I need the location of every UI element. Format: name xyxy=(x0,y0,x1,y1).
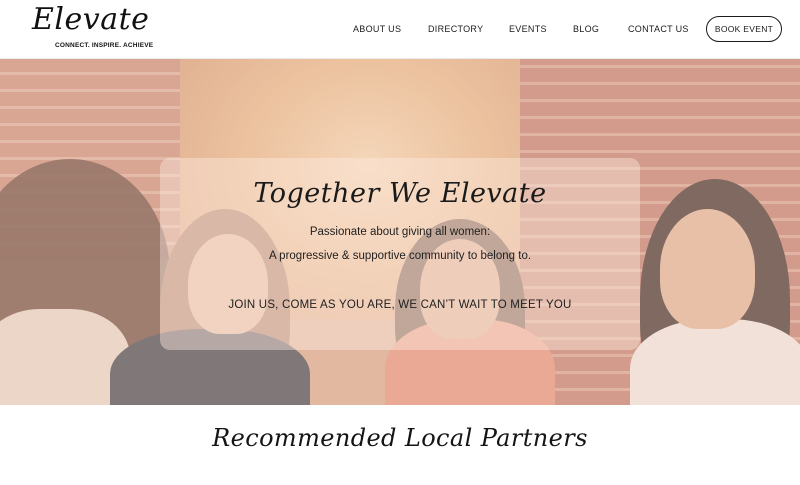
hero-text-card: Together We Elevate Passionate about giv… xyxy=(160,158,640,350)
nav-directory[interactable]: DIRECTORY xyxy=(428,24,483,34)
hero-title: Together We Elevate xyxy=(253,178,547,209)
partners-heading: Recommended Local Partners xyxy=(212,424,588,452)
hero-call-to-action: JOIN US, COME AS YOU ARE, WE CAN’T WAIT … xyxy=(228,299,572,311)
main-nav: ABOUT US DIRECTORY EVENTS BLOG CONTACT U… xyxy=(0,0,800,58)
nav-events[interactable]: EVENTS xyxy=(509,24,547,34)
book-event-button[interactable]: BOOK EVENT xyxy=(706,16,782,42)
hero-section: Together We Elevate Passionate about giv… xyxy=(0,59,800,405)
nav-contact-us[interactable]: CONTACT US xyxy=(628,24,689,34)
page: Elevate CONNECT. INSPIRE. ACHIEVE ABOUT … xyxy=(0,0,800,485)
nav-about-us[interactable]: ABOUT US xyxy=(353,24,401,34)
nav-blog[interactable]: BLOG xyxy=(573,24,599,34)
site-header: Elevate CONNECT. INSPIRE. ACHIEVE ABOUT … xyxy=(0,0,800,59)
hero-subtitle-line-2: A progressive & supportive community to … xyxy=(268,250,532,262)
hero-subtitle-line-1: Passionate about giving all women: xyxy=(309,226,491,238)
